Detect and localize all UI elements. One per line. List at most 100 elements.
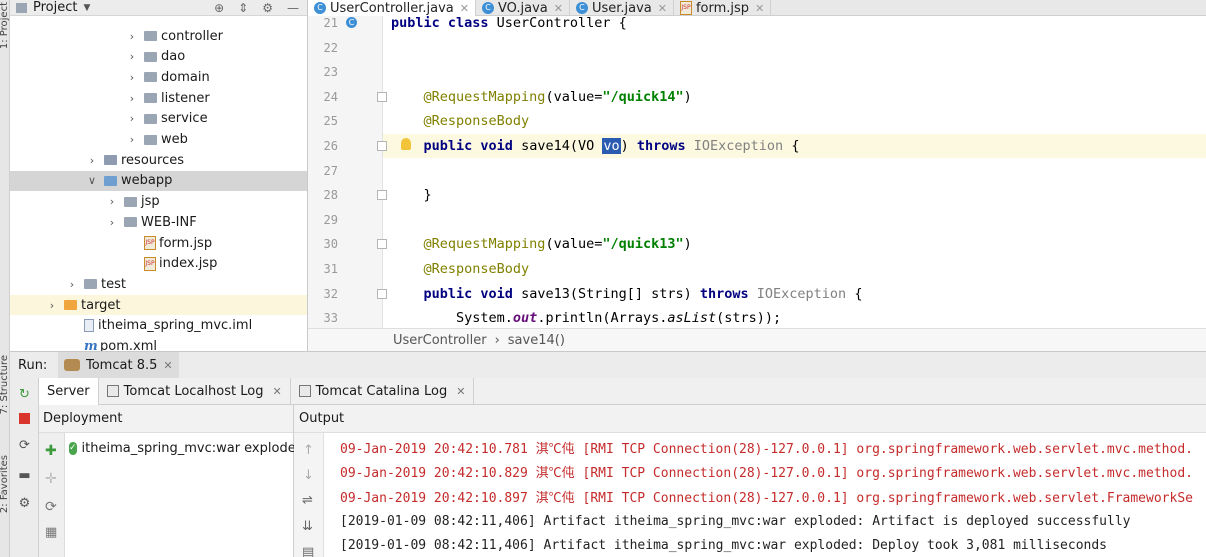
structure-tool-button[interactable]: 7: Structure: [0, 355, 9, 414]
close-icon[interactable]: ✕: [554, 2, 563, 15]
deploy-icon[interactable]: ✚: [45, 443, 57, 459]
tree-item[interactable]: › web: [10, 130, 307, 150]
project-tool-button[interactable]: 1: Project: [0, 2, 9, 49]
rerun-icon[interactable]: ↻: [17, 387, 32, 402]
chevron-right-icon[interactable]: ›: [66, 278, 78, 291]
soft-wrap-icon[interactable]: ⇌: [302, 493, 313, 508]
chevron-right-icon[interactable]: ›: [106, 216, 118, 229]
collapse-icon[interactable]: ⇕: [238, 1, 248, 15]
locate-icon[interactable]: ⊕: [214, 1, 224, 15]
project-view-dropdown[interactable]: Project ▼: [14, 0, 90, 15]
down-arrow-icon[interactable]: ↓: [303, 468, 314, 483]
editor-tab[interactable]: C VO.java ✕: [476, 0, 570, 16]
tree-item[interactable]: m pom.xml: [10, 337, 307, 351]
tree-item[interactable]: › jsp: [10, 192, 307, 212]
close-icon[interactable]: ✕: [658, 2, 667, 15]
code-editor[interactable]: 21 public class UserController {22 23 24 @R…: [308, 16, 1206, 328]
selected-word: vo: [602, 138, 621, 154]
stop-icon[interactable]: [17, 413, 32, 428]
project-panel: Project ▼ ⊕ ⇕ ⚙ — › controller › dao › domain…: [10, 0, 308, 351]
chevron-right-icon[interactable]: ›: [126, 50, 138, 63]
chevron-right-icon[interactable]: ›: [126, 92, 138, 105]
project-panel-header: Project ▼ ⊕ ⇕ ⚙ —: [10, 0, 307, 16]
fold-marker-icon[interactable]: [377, 288, 387, 299]
chevron-right-icon[interactable]: ›: [106, 195, 118, 208]
hierarchy-icon[interactable]: ▦: [45, 525, 57, 540]
fold-marker-icon[interactable]: [377, 190, 387, 201]
chevron-right-icon[interactable]: ›: [46, 299, 58, 312]
line-number: 22: [323, 40, 338, 55]
log-icon: [298, 385, 311, 397]
tree-item[interactable]: › service: [10, 109, 307, 129]
scroll-to-end-icon[interactable]: ⇊: [302, 519, 313, 534]
chevron-down-icon[interactable]: ∨: [86, 174, 98, 187]
favorites-tool-button[interactable]: 2: Favorites: [0, 455, 9, 513]
move-icon[interactable]: ✛: [45, 471, 57, 487]
chevron-right-icon[interactable]: ›: [126, 71, 138, 84]
editor-tab[interactable]: C User.java ✕: [570, 0, 674, 16]
server-subtab[interactable]: Tomcat Localhost Log ✕: [99, 377, 291, 405]
chevron-right-icon[interactable]: ›: [126, 133, 138, 146]
tree-item[interactable]: › resources: [10, 150, 307, 170]
code-token: @ResponseBody: [423, 261, 530, 277]
folder-icon: [84, 279, 97, 290]
tree-item[interactable]: JSP index.jsp: [10, 254, 307, 274]
editor-tab[interactable]: C UserController.java ✕: [308, 0, 476, 16]
code-token: (strs));: [716, 310, 782, 327]
update-icon[interactable]: ⟳: [17, 438, 32, 453]
breadcrumb-separator-icon: ›: [494, 332, 500, 348]
output-line: 09-Jan-2019 20:42:10.781 淇℃伅 [RMI TCP Co…: [340, 441, 1193, 457]
close-icon[interactable]: ✕: [163, 359, 172, 372]
close-icon[interactable]: ✕: [460, 2, 469, 15]
tree-item[interactable]: › controller: [10, 26, 307, 46]
code-line: @ResponseBody: [391, 257, 1206, 281]
jsp-file-icon: JSP: [144, 256, 156, 271]
run-config-tab[interactable]: Tomcat 8.5 ✕: [58, 351, 179, 379]
refresh-icon[interactable]: ⟳: [45, 499, 57, 515]
fold-marker-icon[interactable]: [377, 239, 387, 250]
tree-item[interactable]: › target: [10, 295, 307, 316]
chevron-right-icon[interactable]: ›: [126, 30, 138, 43]
deployment-item[interactable]: ✓ itheima_spring_mvc:war exploded: [65, 438, 304, 458]
code-token: IOException: [756, 285, 847, 302]
gear-icon[interactable]: ⚙: [262, 1, 273, 15]
class-gutter-icon[interactable]: C: [346, 17, 357, 28]
breadcrumb-item[interactable]: UserController: [393, 333, 487, 348]
up-arrow-icon[interactable]: ↑: [303, 443, 314, 458]
settings-icon[interactable]: ⚙: [17, 496, 32, 511]
close-icon[interactable]: ✕: [755, 2, 764, 15]
tree-item[interactable]: ∨ webapp: [10, 170, 307, 191]
tree-item[interactable]: › test: [10, 274, 307, 294]
editor-tab[interactable]: JSP form.jsp ✕: [674, 0, 772, 16]
code-token: save13(String[] strs): [521, 285, 700, 302]
editor-tab-label: UserController.java: [330, 0, 454, 16]
close-icon[interactable]: ✕: [456, 385, 465, 398]
tree-item-label: controller: [161, 28, 224, 44]
deployment-toolbar: ✚ ✛ ⟳ ▦: [39, 433, 65, 557]
fold-marker-icon[interactable]: [377, 141, 387, 151]
server-subtab[interactable]: Server: [39, 377, 99, 405]
code-token: @ResponseBody: [423, 113, 530, 130]
tree-item[interactable]: › listener: [10, 88, 307, 108]
line-number: 29: [323, 212, 338, 227]
server-subtab[interactable]: Tomcat Catalina Log ✕: [291, 377, 475, 405]
fold-marker-icon[interactable]: [377, 91, 387, 102]
tree-item[interactable]: itheima_spring_mvc.iml: [10, 316, 307, 336]
tree-item-label: listener: [161, 90, 210, 106]
tree-item[interactable]: › domain: [10, 67, 307, 87]
web-folder-icon: [104, 175, 117, 186]
print-icon[interactable]: ▤: [302, 545, 314, 557]
code-token: IOException: [693, 138, 784, 154]
chevron-right-icon[interactable]: ›: [126, 112, 138, 125]
tree-item[interactable]: › dao: [10, 47, 307, 67]
tree-item[interactable]: JSP form.jsp: [10, 233, 307, 253]
breadcrumb-item[interactable]: save14(): [508, 333, 565, 348]
hide-icon[interactable]: —: [287, 1, 299, 15]
layout-icon[interactable]: ▬: [17, 468, 32, 483]
chevron-right-icon[interactable]: ›: [86, 154, 98, 167]
tree-item[interactable]: › WEB-INF: [10, 212, 307, 232]
close-icon[interactable]: ✕: [272, 385, 281, 398]
tree-item-label: itheima_spring_mvc.iml: [98, 318, 253, 334]
